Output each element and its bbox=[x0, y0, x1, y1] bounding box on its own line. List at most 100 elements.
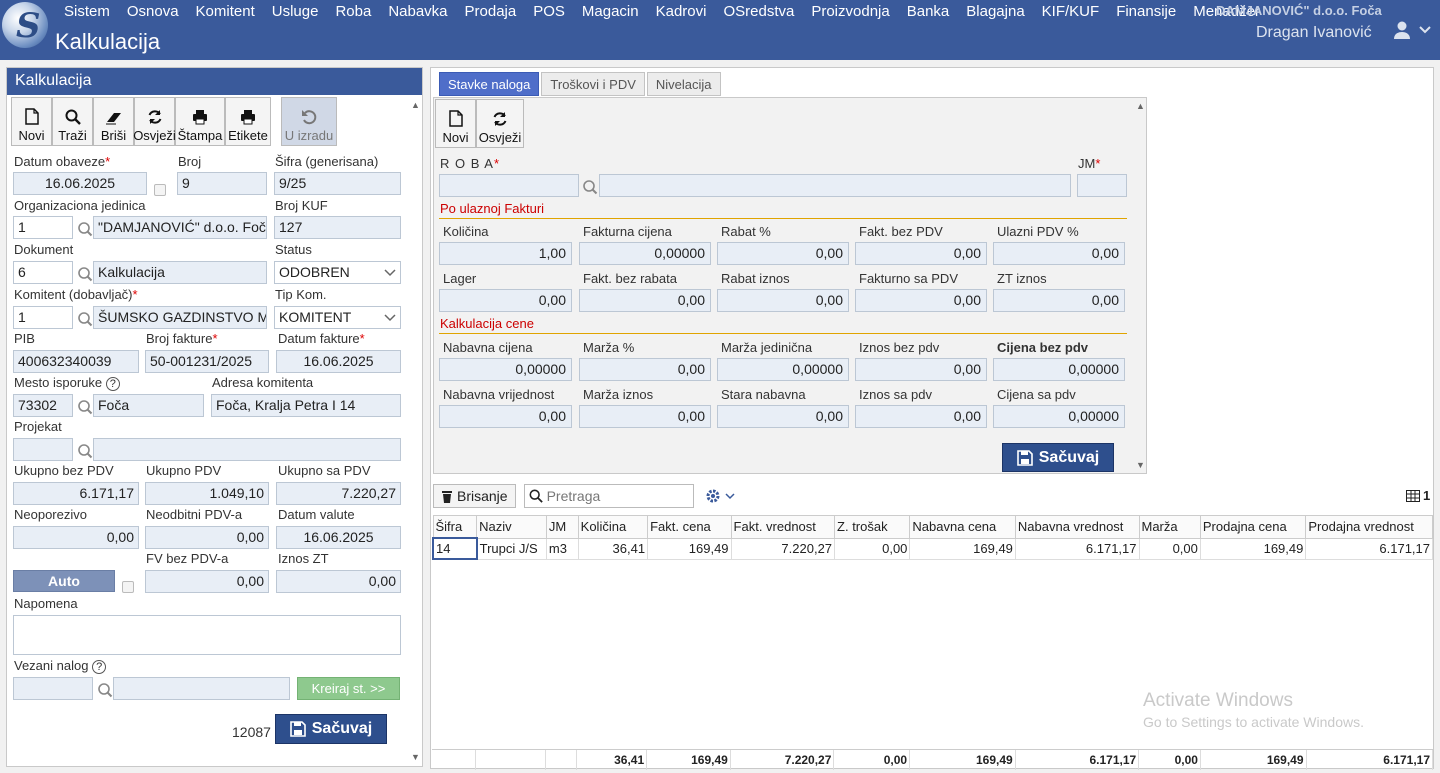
column-header[interactable]: Z. trošak bbox=[834, 515, 911, 539]
numeric-field[interactable]: 0,00000 bbox=[579, 242, 711, 265]
org-code-field[interactable]: 1 bbox=[13, 216, 73, 239]
menu-item[interactable]: Proizvodnja bbox=[811, 3, 889, 20]
numeric-field[interactable]: 0,00 bbox=[579, 289, 711, 312]
komitent-name-field[interactable]: ŠUMSKO GAZDINSTVO M bbox=[93, 306, 267, 329]
new-button[interactable]: Novi bbox=[11, 97, 52, 146]
column-header[interactable]: Marža bbox=[1138, 515, 1201, 539]
user-name[interactable]: Dragan Ivanović bbox=[1256, 24, 1372, 42]
adresa-field[interactable]: Foča, Kralja Petra I 14 bbox=[211, 394, 401, 417]
menu-item[interactable]: Roba bbox=[335, 3, 371, 20]
table-cell[interactable]: 7.220,27 bbox=[730, 537, 836, 560]
menu-item[interactable]: Komitent bbox=[196, 3, 255, 20]
tab-nivelacija[interactable]: Nivelacija bbox=[646, 72, 721, 96]
column-header[interactable]: Količina bbox=[577, 515, 649, 539]
ukupno-sa-field[interactable]: 7.220,27 bbox=[276, 482, 401, 505]
search-icon[interactable] bbox=[76, 219, 94, 239]
menu-item[interactable]: Blagajna bbox=[966, 3, 1024, 20]
numeric-field[interactable]: 0,00 bbox=[993, 242, 1125, 265]
menu-item[interactable]: KIF/KUF bbox=[1042, 3, 1100, 20]
chevron-down-icon[interactable] bbox=[1418, 24, 1432, 36]
mesto-name-field[interactable]: Foča bbox=[93, 394, 204, 417]
dokument-code-field[interactable]: 6 bbox=[13, 261, 73, 284]
numeric-field[interactable]: 0,00 bbox=[855, 242, 987, 265]
projekat-code-field[interactable] bbox=[13, 438, 73, 461]
menu-item[interactable]: POS bbox=[533, 3, 565, 20]
menu-item[interactable]: OSredstva bbox=[723, 3, 794, 20]
menu-item[interactable]: Sistem bbox=[64, 3, 110, 20]
menu-item[interactable]: Banka bbox=[907, 3, 950, 20]
refresh-button[interactable]: Osvježi bbox=[133, 97, 176, 146]
search-icon[interactable] bbox=[76, 309, 94, 329]
column-header[interactable]: JM bbox=[545, 515, 579, 539]
numeric-field[interactable]: 0,00 bbox=[439, 289, 572, 312]
jm-field[interactable] bbox=[1077, 174, 1127, 197]
delete-rows-button[interactable]: Brisanje bbox=[433, 484, 516, 508]
table-cell[interactable]: 14 bbox=[432, 537, 478, 560]
datum-obaveze-field[interactable]: 16.06.2025 bbox=[13, 172, 147, 195]
table-cell[interactable]: 0,00 bbox=[1138, 537, 1201, 560]
sifra-field[interactable]: 9/25 bbox=[274, 172, 401, 195]
column-header[interactable]: Prodajna cena bbox=[1199, 515, 1307, 539]
numeric-field[interactable]: 0,00 bbox=[855, 358, 987, 381]
app-logo[interactable]: S bbox=[2, 2, 48, 48]
column-header[interactable]: Prodajna vrednost bbox=[1305, 515, 1433, 539]
numeric-field[interactable]: 0,00 bbox=[855, 289, 987, 312]
column-header[interactable]: Nabavna cena bbox=[909, 515, 1016, 539]
dokument-name-field[interactable]: Kalkulacija bbox=[93, 261, 267, 284]
labels-print-button[interactable]: Etikete bbox=[225, 97, 271, 146]
pib-field[interactable]: 400632340039 bbox=[13, 350, 139, 373]
numeric-field[interactable]: 0,00 bbox=[993, 289, 1125, 312]
grid-search-input[interactable]: Pretraga bbox=[523, 484, 694, 508]
menu-item[interactable]: Prodaja bbox=[465, 3, 517, 20]
table-cell[interactable]: m3 bbox=[545, 537, 579, 560]
numeric-field[interactable]: 0,00 bbox=[717, 405, 849, 428]
auto-button[interactable]: Auto bbox=[13, 570, 115, 592]
scroll-down-arrow[interactable]: ▼ bbox=[411, 752, 420, 762]
scroll-up-arrow[interactable]: ▲ bbox=[1136, 101, 1145, 111]
broj-fakture-field[interactable]: 50-001231/2025 bbox=[145, 350, 269, 373]
kreiraj-button[interactable]: Kreiraj st. >> bbox=[297, 677, 400, 700]
menu-item[interactable]: Usluge bbox=[272, 3, 319, 20]
table-cell[interactable]: 169,49 bbox=[909, 537, 1016, 560]
search-icon[interactable] bbox=[76, 397, 94, 417]
search-button[interactable]: Traži bbox=[52, 97, 93, 146]
search-icon[interactable] bbox=[76, 441, 94, 461]
search-icon[interactable] bbox=[96, 680, 114, 700]
scroll-down-arrow[interactable]: ▼ bbox=[1136, 460, 1145, 470]
vezani-code-field[interactable] bbox=[13, 677, 93, 700]
menu-item[interactable]: Kadrovi bbox=[656, 3, 707, 20]
status-select[interactable]: ODOBREN bbox=[274, 261, 401, 284]
mesto-code-field[interactable]: 73302 bbox=[13, 394, 73, 417]
column-header[interactable]: Šifra bbox=[432, 515, 478, 539]
neoporezivo-field[interactable]: 0,00 bbox=[13, 526, 139, 549]
table-cell[interactable]: 6.171,17 bbox=[1014, 537, 1140, 560]
org-name-field[interactable]: "DAMJANOVIĆ" d.o.o. Foča bbox=[93, 216, 267, 239]
datum-fakture-field[interactable]: 16.06.2025 bbox=[276, 350, 401, 373]
auto-checkbox[interactable] bbox=[122, 581, 134, 593]
search-icon[interactable] bbox=[581, 177, 599, 197]
menu-item[interactable]: Magacin bbox=[582, 3, 639, 20]
tip-kom-select[interactable]: KOMITENT bbox=[274, 306, 401, 329]
menu-item[interactable]: Finansije bbox=[1116, 3, 1176, 20]
table-cell[interactable]: Trupci J/S bbox=[476, 537, 547, 560]
numeric-field[interactable]: 0,00 bbox=[579, 405, 711, 428]
numeric-field[interactable]: 0,00 bbox=[717, 289, 849, 312]
new-button[interactable]: Novi bbox=[435, 99, 476, 148]
numeric-field[interactable]: 0,00000 bbox=[993, 405, 1125, 428]
scroll-up-arrow[interactable]: ▲ bbox=[411, 100, 420, 110]
print-button[interactable]: Štampa bbox=[175, 97, 225, 146]
table-cell[interactable]: 36,41 bbox=[577, 537, 649, 560]
numeric-field[interactable]: 0,00000 bbox=[717, 358, 849, 381]
numeric-field[interactable]: 0,00 bbox=[717, 242, 849, 265]
vezani-name-field[interactable] bbox=[113, 677, 290, 700]
numeric-field[interactable]: 0,00 bbox=[439, 405, 572, 428]
save-stavka-button[interactable]: Sačuvaj bbox=[1002, 443, 1114, 472]
numeric-field[interactable]: 0,00 bbox=[579, 358, 711, 381]
roba-code-field[interactable] bbox=[439, 174, 579, 197]
table-cell[interactable]: 169,49 bbox=[1199, 537, 1307, 560]
refresh-button[interactable]: Osvježi bbox=[476, 99, 524, 148]
tab-troskovi-pdv[interactable]: Troškovi i PDV bbox=[541, 72, 645, 96]
neodbitni-field[interactable]: 0,00 bbox=[145, 526, 269, 549]
table-cell[interactable]: 169,49 bbox=[647, 537, 732, 560]
numeric-field[interactable]: 0,00000 bbox=[439, 358, 572, 381]
